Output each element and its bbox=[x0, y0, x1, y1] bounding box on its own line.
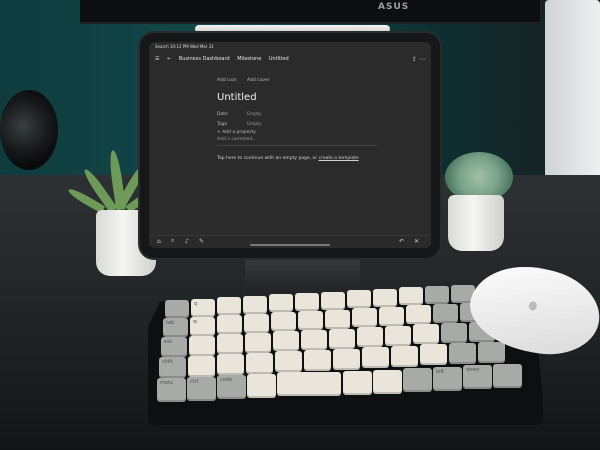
keycap bbox=[247, 373, 276, 398]
keycap bbox=[433, 304, 458, 323]
keycap bbox=[243, 295, 267, 314]
back-icon[interactable]: ← bbox=[167, 56, 171, 62]
home-indicator bbox=[250, 244, 330, 246]
photo-scene: ASUS Search 10:12 PM Wed Mar 31 ☰ ← Busi… bbox=[0, 0, 600, 450]
keycap bbox=[399, 287, 423, 306]
keycap bbox=[301, 330, 327, 350]
breadcrumb-item-3[interactable]: Untitled bbox=[269, 56, 289, 62]
new-page-icon[interactable]: ✎ bbox=[199, 238, 204, 245]
speaker bbox=[0, 90, 58, 170]
bottom-toolbar: ⌂ ⌕ ♪ ✎ ↶ ✕ bbox=[149, 235, 431, 248]
keycap bbox=[425, 286, 449, 304]
keycap bbox=[245, 332, 271, 353]
property-tags[interactable]: Tags Empty bbox=[217, 122, 262, 127]
bell-icon[interactable]: ♪ bbox=[185, 238, 189, 245]
add-cover-button[interactable]: Add cover bbox=[247, 78, 270, 83]
keycap: esc bbox=[161, 337, 187, 357]
keycap bbox=[298, 311, 323, 330]
keycap bbox=[420, 344, 447, 366]
keycap bbox=[189, 335, 215, 356]
keycap: w bbox=[190, 316, 215, 336]
keycap bbox=[449, 343, 476, 364]
breadcrumb-item-1[interactable]: Business Dashboard bbox=[179, 56, 230, 62]
keycap bbox=[406, 305, 431, 325]
keycap bbox=[273, 331, 299, 352]
keycap bbox=[244, 313, 269, 333]
property-name: Date bbox=[217, 112, 228, 117]
property-name: Tags bbox=[217, 122, 227, 127]
keycap bbox=[295, 293, 319, 311]
keycap bbox=[357, 327, 383, 348]
keycap bbox=[493, 364, 522, 388]
tablet-screen: Search 10:12 PM Wed Mar 31 ☰ ← Business … bbox=[149, 42, 431, 248]
keycap bbox=[441, 323, 467, 343]
keycap bbox=[343, 371, 372, 395]
empty-page-hint: Tap here to continue with an empty page,… bbox=[217, 156, 359, 161]
keycap bbox=[325, 309, 350, 329]
breadcrumb-item-2[interactable]: Milestone bbox=[237, 56, 261, 62]
keycap bbox=[373, 369, 402, 394]
keycap bbox=[275, 351, 302, 373]
keycap: shift bbox=[159, 357, 186, 378]
keycap: code bbox=[217, 375, 246, 400]
close-icon[interactable]: ✕ bbox=[414, 238, 419, 245]
monitor-base: ASUS bbox=[80, 0, 540, 24]
breadcrumb: ☰ ← Business Dashboard Milestone Untitle… bbox=[155, 56, 425, 66]
keycap bbox=[391, 345, 418, 367]
keycap bbox=[188, 355, 215, 377]
comment-input[interactable]: Add a comment... bbox=[217, 137, 377, 146]
keycap bbox=[379, 306, 404, 326]
keycap bbox=[217, 315, 242, 335]
property-value[interactable]: Empty bbox=[247, 122, 262, 127]
toolbar-icons: ⇪ ⋯ bbox=[412, 56, 425, 63]
status-bar: Search 10:12 PM Wed Mar 31 bbox=[155, 44, 214, 49]
apple-pencil bbox=[195, 25, 390, 33]
keycap: left bbox=[433, 366, 462, 391]
keycap bbox=[271, 312, 296, 332]
keycap bbox=[304, 350, 331, 371]
keycap bbox=[413, 324, 439, 345]
add-property-button[interactable]: + Add a property bbox=[217, 130, 256, 135]
keycap: q bbox=[191, 298, 215, 317]
property-value[interactable]: Empty bbox=[247, 112, 262, 117]
more-icon[interactable]: ⋯ bbox=[419, 56, 425, 63]
page-title[interactable]: Untitled bbox=[217, 92, 257, 103]
add-icon-button[interactable]: Add icon bbox=[217, 78, 236, 83]
keycap bbox=[165, 300, 189, 318]
keycap: ctrl bbox=[187, 376, 216, 401]
keycap bbox=[269, 294, 293, 313]
hint-text: Tap here to continue with an empty page,… bbox=[217, 156, 318, 161]
keycap bbox=[362, 347, 389, 369]
keycap bbox=[403, 368, 432, 393]
right-pot bbox=[448, 195, 504, 251]
keycap bbox=[347, 290, 371, 309]
keycap bbox=[385, 325, 411, 346]
share-icon[interactable]: ⇪ bbox=[412, 56, 417, 63]
home-icon[interactable]: ⌂ bbox=[157, 238, 161, 245]
keycap bbox=[329, 328, 355, 349]
keycap bbox=[352, 308, 377, 328]
menu-icon[interactable]: ☰ bbox=[155, 56, 159, 62]
keycap bbox=[478, 341, 505, 363]
property-date[interactable]: Date Empty bbox=[217, 112, 262, 117]
search-icon[interactable]: ⌕ bbox=[171, 237, 174, 245]
keycap bbox=[321, 291, 345, 310]
keycap bbox=[217, 334, 243, 355]
keycap: tab bbox=[163, 318, 188, 337]
keycap bbox=[246, 352, 273, 374]
white-device bbox=[545, 0, 600, 190]
keycap bbox=[217, 354, 244, 376]
apple-logo-icon bbox=[527, 300, 538, 312]
keycap: down bbox=[463, 365, 492, 390]
keycap: meta bbox=[157, 378, 186, 402]
undo-icon[interactable]: ↶ bbox=[399, 238, 404, 245]
create-template-link[interactable]: create a template bbox=[319, 156, 359, 161]
keycap bbox=[277, 372, 341, 397]
monitor-brand: ASUS bbox=[378, 2, 410, 12]
keycap bbox=[333, 348, 360, 370]
keycap bbox=[217, 297, 241, 316]
tablet: Search 10:12 PM Wed Mar 31 ☰ ← Business … bbox=[140, 33, 440, 258]
keycap bbox=[373, 288, 397, 307]
